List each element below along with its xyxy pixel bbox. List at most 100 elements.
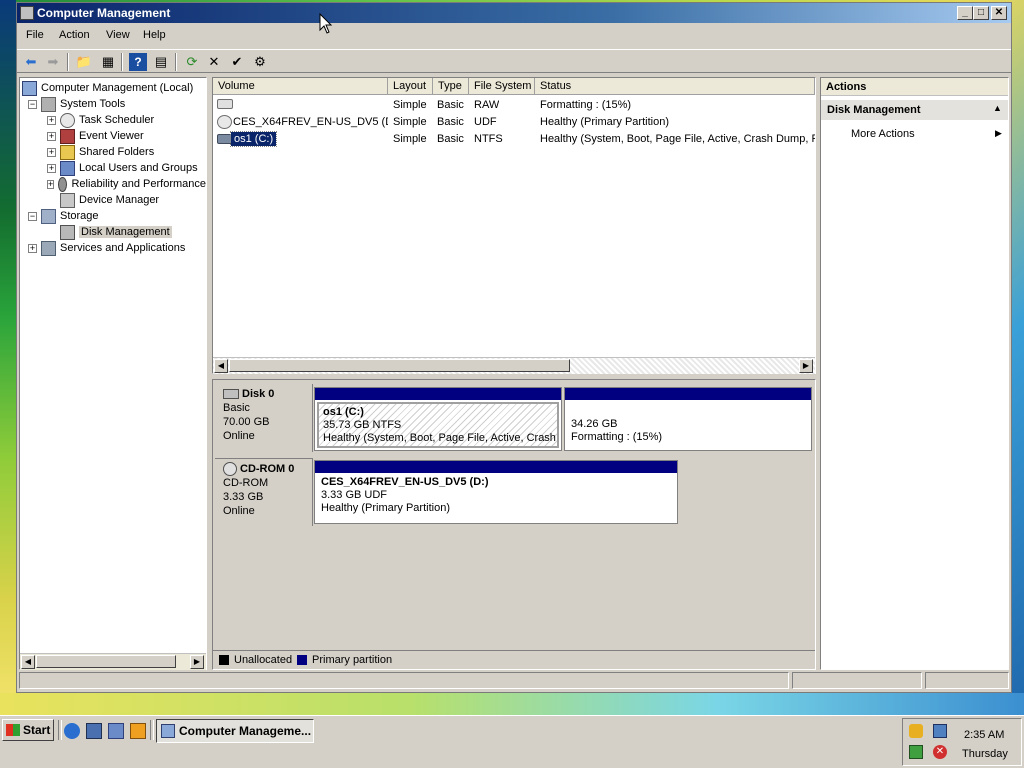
column-header-type[interactable]: Type [433, 78, 469, 95]
tree-item-system-tools[interactable]: − System Tools [22, 96, 206, 112]
minimize-button[interactable]: _ [957, 6, 973, 20]
table-row[interactable]: os1 (C:) Simple Basic NTFS Healthy (Syst… [213, 131, 815, 147]
scroll-left-icon[interactable]: ◀ [21, 655, 35, 669]
event-viewer-icon [60, 128, 75, 144]
tree-horizontal-scrollbar[interactable]: ◀ ▶ [20, 653, 206, 670]
more-actions-label: More Actions [851, 128, 915, 140]
tree-item-disk-management[interactable]: Disk Management [22, 224, 206, 240]
column-header-status[interactable]: Status [535, 78, 815, 95]
drive-icon [217, 99, 233, 109]
tree-item-services[interactable]: + Services and Applications [22, 240, 206, 256]
toolbar-separator [67, 53, 69, 71]
clock-day[interactable]: Thursday [962, 748, 1008, 760]
up-folder-icon[interactable]: 📁 [75, 53, 93, 71]
tree-item-root[interactable]: Computer Management (Local) [22, 80, 206, 96]
volume-list-pane: Volume Layout Type File System Status Si… [212, 77, 816, 374]
tree-item-task-scheduler[interactable]: + Task Scheduler [22, 112, 206, 128]
column-header-volume[interactable]: Volume [213, 78, 388, 95]
cdrom-0-label[interactable]: CD-ROM 0 CD-ROM 3.33 GB Online [215, 458, 313, 526]
start-button[interactable]: Start [2, 719, 54, 741]
expand-icon[interactable]: + [28, 243, 37, 253]
expand-icon[interactable]: + [47, 115, 56, 125]
menu-view[interactable]: View [106, 29, 130, 41]
partition-cdrom[interactable]: CES_X64FREV_EN-US_DV5 (D:) 3.33 GB UDF H… [314, 460, 678, 524]
disk-type: Basic [223, 402, 250, 414]
expand-icon[interactable]: + [47, 179, 55, 189]
internet-explorer-icon[interactable] [64, 723, 80, 739]
section-title: Disk Management [827, 104, 921, 116]
column-header-layout[interactable]: Layout [388, 78, 433, 95]
windows-update-icon[interactable] [909, 745, 923, 759]
switch-windows-icon[interactable] [108, 723, 124, 739]
taskbar-button-computer-management[interactable]: Computer Manageme... [156, 719, 314, 743]
properties-icon[interactable]: ▤ [152, 53, 170, 71]
expand-icon[interactable]: + [47, 131, 56, 141]
help-icon[interactable]: ? [129, 53, 147, 71]
show-hide-tree-icon[interactable]: ▦ [99, 53, 117, 71]
tree-item-local-users[interactable]: + Local Users and Groups [22, 160, 206, 176]
tree-label: Shared Folders [79, 146, 155, 158]
tree-item-storage[interactable]: − Storage [22, 208, 206, 224]
storage-icon [41, 208, 56, 224]
check-icon[interactable]: ✔ [228, 53, 246, 71]
actions-pane: Actions Disk Management ▲ More Actions ▶ [820, 77, 1009, 670]
back-arrow-icon[interactable]: ⬅ [22, 53, 40, 71]
disk-state: Online [223, 505, 255, 517]
partition-os1[interactable]: os1 (C:) 35.73 GB NTFS Healthy (System, … [314, 387, 562, 451]
title-bar[interactable]: Computer Management _ □ ✕ [17, 3, 1011, 23]
scroll-right-icon[interactable]: ▶ [799, 359, 813, 373]
windows-logo-icon [6, 724, 20, 736]
actions-section-disk-management[interactable]: Disk Management ▲ [821, 100, 1008, 120]
disk-management-icon [60, 224, 75, 240]
partition-formatting[interactable]: 34.26 GB Formatting : (15%) [564, 387, 812, 451]
menu-action[interactable]: Action [59, 29, 90, 41]
status-panel [925, 672, 1009, 689]
scroll-thumb[interactable] [229, 359, 570, 372]
collapse-arrow-icon[interactable]: ▲ [993, 103, 1002, 113]
collapse-icon[interactable]: − [28, 99, 37, 109]
scroll-thumb[interactable] [36, 655, 176, 668]
clock-time[interactable]: 2:35 AM [964, 729, 1004, 741]
status-cell: Healthy (System, Boot, Page File, Active… [540, 133, 815, 145]
maximize-button[interactable]: □ [973, 6, 989, 20]
tree-item-reliability[interactable]: + Reliability and Performance [22, 176, 206, 192]
tree-label: Local Users and Groups [79, 162, 198, 174]
menu-help[interactable]: Help [143, 29, 166, 41]
tree-item-event-viewer[interactable]: + Event Viewer [22, 128, 206, 144]
disk-0-label[interactable]: Disk 0 Basic 70.00 GB Online [215, 384, 313, 452]
scroll-right-icon[interactable]: ▶ [190, 655, 204, 669]
show-desktop-icon[interactable] [86, 723, 102, 739]
network-icon[interactable] [933, 724, 947, 738]
settings-icon[interactable]: ⚙ [251, 53, 269, 71]
media-player-icon[interactable] [130, 723, 146, 739]
tools-icon [41, 96, 56, 112]
more-actions-item[interactable]: More Actions ▶ [821, 125, 1008, 143]
fs-cell: UDF [474, 116, 497, 128]
column-header-file-system[interactable]: File System [469, 78, 535, 95]
partition-size: 34.26 GB [571, 418, 618, 430]
network-disconnected-icon[interactable]: ✕ [933, 745, 947, 759]
expand-icon[interactable]: + [47, 163, 56, 173]
table-row[interactable]: CES_X64FREV_EN-US_DV5 (D:) Simple Basic … [213, 114, 815, 130]
expand-icon[interactable]: + [47, 147, 56, 157]
layout-cell: Simple [393, 133, 427, 145]
delete-icon[interactable]: ✕ [205, 53, 223, 71]
partition-status: Healthy (System, Boot, Page File, Active… [323, 432, 556, 444]
scroll-left-icon[interactable]: ◀ [214, 359, 228, 373]
legend-unallocated: Unallocated [234, 654, 293, 666]
refresh-icon[interactable]: ⟳ [183, 53, 201, 71]
volume-cell: CES_X64FREV_EN-US_DV5 (D:) [233, 116, 388, 128]
taskbar: Start Computer Manageme... ✕ 2:35 AM Thu… [0, 715, 1024, 768]
forward-arrow-icon[interactable]: ➡ [44, 53, 62, 71]
security-shield-icon[interactable] [909, 724, 923, 738]
primary-partition-bar [565, 388, 811, 400]
legend-primary-partition: Primary partition [312, 654, 393, 666]
collapse-icon[interactable]: − [28, 211, 37, 221]
table-row[interactable]: Simple Basic RAW Formatting : (15%) [213, 97, 815, 113]
volume-list-horizontal-scrollbar[interactable]: ◀ ▶ [213, 357, 815, 374]
tree-item-shared-folders[interactable]: + Shared Folders [22, 144, 206, 160]
menu-file[interactable]: File [26, 29, 44, 41]
status-panel [792, 672, 922, 689]
tree-item-device-manager[interactable]: Device Manager [22, 192, 206, 208]
close-button[interactable]: ✕ [991, 6, 1007, 20]
